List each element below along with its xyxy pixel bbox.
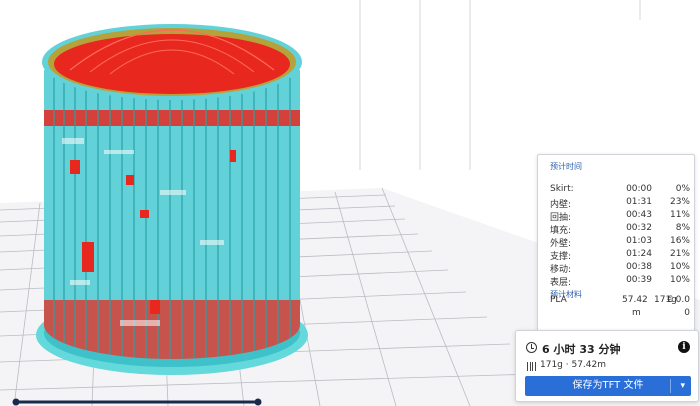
spool-icon bbox=[527, 362, 536, 371]
info-icon[interactable]: i bbox=[678, 341, 690, 353]
material-row-continued: m 0 bbox=[550, 308, 690, 320]
estimate-percent: 11% bbox=[669, 210, 690, 220]
estimate-percent: 0% bbox=[675, 184, 690, 194]
estimate-label: 填充: bbox=[550, 226, 572, 236]
print-time: 6 小时 33 分钟 bbox=[542, 343, 621, 356]
estimate-percent: 21% bbox=[669, 249, 690, 259]
save-button-divider bbox=[670, 379, 671, 393]
estimate-label: 回抽: bbox=[550, 213, 572, 223]
estimate-row-outer-wall: 外壁: 01:03 16% bbox=[550, 236, 690, 249]
estimate-time: 00:38 bbox=[626, 262, 652, 272]
estimate-time: 01:31 bbox=[626, 197, 652, 207]
estimate-time: 01:03 bbox=[626, 236, 652, 246]
chevron-down-icon[interactable]: ▾ bbox=[680, 376, 685, 396]
estimate-label: 内壁: bbox=[550, 200, 572, 210]
estimate-row-retraction: 回抽: 00:43 11% bbox=[550, 210, 690, 223]
estimate-row-skirt: Skirt: 00:00 0% bbox=[550, 184, 690, 196]
estimate-time: 00:39 bbox=[626, 275, 652, 285]
material-cost: € 0.0 bbox=[667, 295, 690, 305]
estimate-row-support: 支撑: 01:24 21% bbox=[550, 249, 690, 262]
estimate-percent: 8% bbox=[675, 223, 690, 233]
estimate-percent: 10% bbox=[669, 275, 690, 285]
time-estimate-title: 预计时间 bbox=[550, 162, 582, 171]
estimate-row-infill: 填充: 00:32 8% bbox=[550, 223, 690, 236]
material-length-unit: m bbox=[632, 308, 641, 318]
material-cost-continued: 0 bbox=[684, 308, 690, 318]
estimate-time: 01:24 bbox=[626, 249, 652, 259]
estimate-row-skin: 表层: 00:39 10% bbox=[550, 275, 690, 288]
save-button-label: 保存为TFT 文件 bbox=[572, 380, 644, 391]
save-to-tft-button[interactable]: 保存为TFT 文件 ▾ bbox=[525, 376, 691, 396]
material-length: 57.42 bbox=[622, 295, 648, 305]
material-row-pla: PLA 57.42 171g € 0.0 bbox=[550, 295, 690, 307]
estimate-label: 表层: bbox=[550, 278, 572, 288]
estimate-label: 外壁: bbox=[550, 239, 572, 249]
print-estimate-panel: 预计时间 Skirt: 00:00 0% 内壁: 01:31 23% 回抽: 0… bbox=[537, 154, 695, 332]
estimate-label: 支撑: bbox=[550, 252, 572, 262]
estimate-row-travel: 移动: 00:38 10% bbox=[550, 262, 690, 275]
estimate-time: 00:00 bbox=[626, 184, 652, 194]
estimate-label: 移动: bbox=[550, 265, 572, 275]
clock-icon bbox=[526, 342, 537, 353]
material-name: PLA bbox=[550, 295, 567, 305]
estimate-time: 00:32 bbox=[626, 223, 652, 233]
estimate-percent: 16% bbox=[669, 236, 690, 246]
estimate-percent: 23% bbox=[669, 197, 690, 207]
estimate-row-inner-wall: 内壁: 01:31 23% bbox=[550, 197, 690, 210]
estimate-percent: 10% bbox=[669, 262, 690, 272]
material-summary: 171g · 57.42m bbox=[540, 360, 607, 370]
estimate-time: 00:43 bbox=[626, 210, 652, 220]
estimate-label: Skirt: bbox=[550, 184, 574, 194]
print-summary-panel: 6 小时 33 分钟 i 171g · 57.42m 保存为TFT 文件 ▾ bbox=[515, 330, 699, 402]
